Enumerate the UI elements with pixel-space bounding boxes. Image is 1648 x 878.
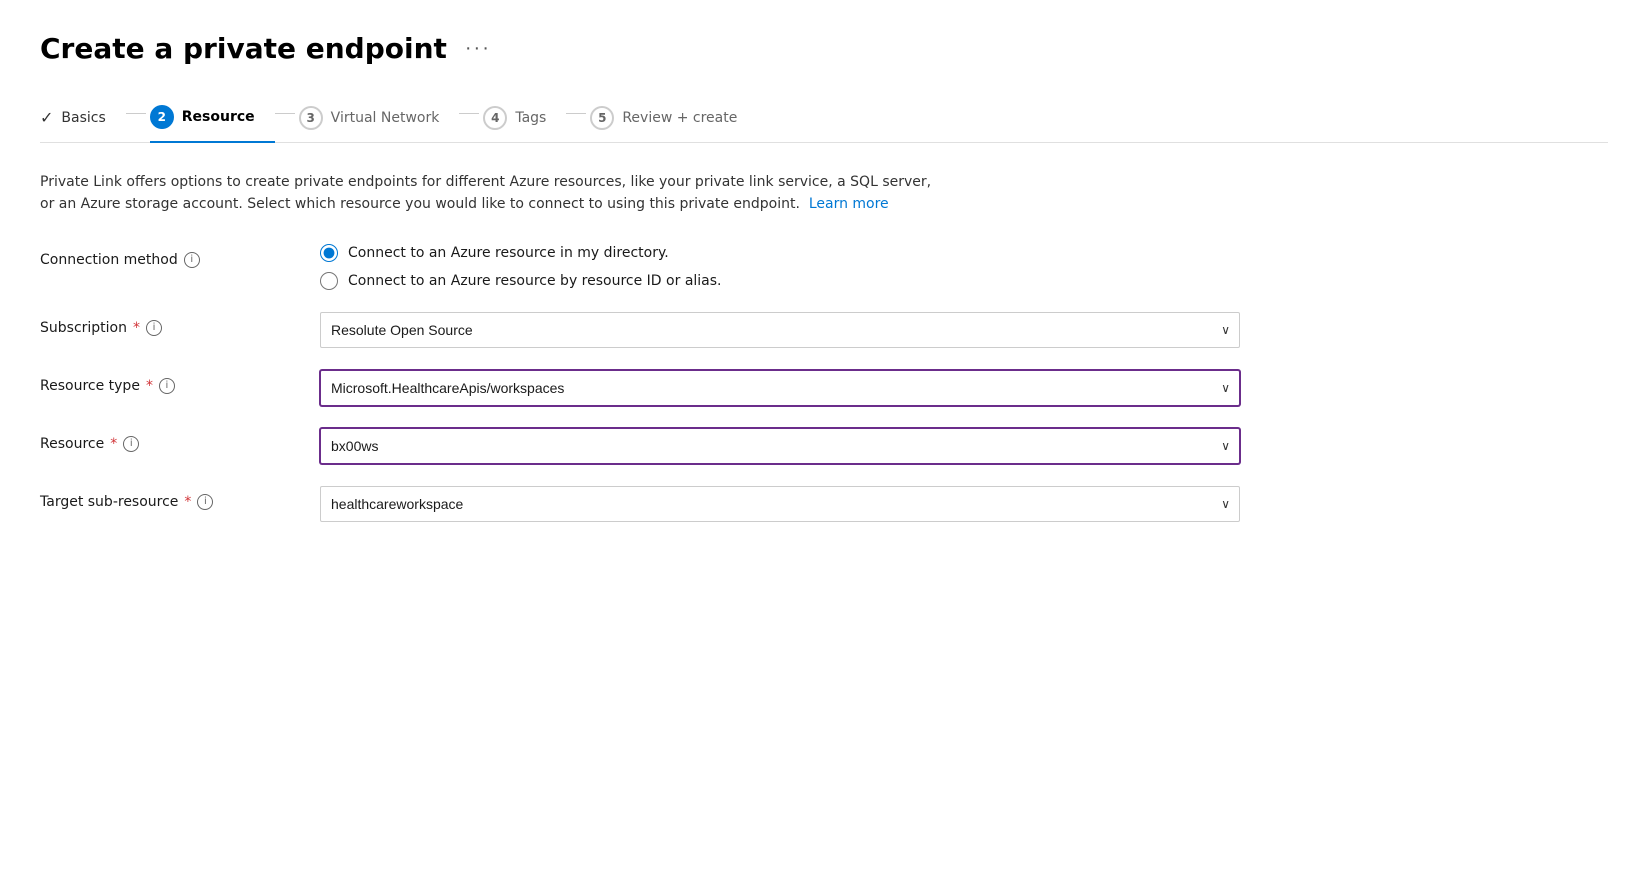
step-resource[interactable]: 2 Resource xyxy=(150,97,275,143)
step-vn-circle: 3 xyxy=(299,106,323,130)
radio-resource-id[interactable]: Connect to an Azure resource by resource… xyxy=(320,272,1240,290)
resource-select[interactable]: bx00ws xyxy=(320,428,1240,464)
description-text: Private Link offers options to create pr… xyxy=(40,171,940,216)
step-basics-check: ✓ xyxy=(40,108,53,127)
step-sep-4 xyxy=(566,113,586,114)
resource-info-icon[interactable]: i xyxy=(123,436,139,452)
form-section: Connection method i Connect to an Azure … xyxy=(40,244,1240,522)
connection-method-label: Connection method xyxy=(40,252,178,268)
radio-directory-label: Connect to an Azure resource in my direc… xyxy=(348,245,669,261)
step-basics-label: Basics xyxy=(61,110,105,126)
page-title: Create a private endpoint xyxy=(40,32,447,65)
step-review-create[interactable]: 5 Review + create xyxy=(590,98,757,142)
radio-resource-id-label: Connect to an Azure resource by resource… xyxy=(348,273,722,289)
wizard-steps: ✓ Basics 2 Resource 3 Virtual Network 4 … xyxy=(40,97,1608,143)
page-title-row: Create a private endpoint ··· xyxy=(40,32,1608,65)
subscription-label: Subscription xyxy=(40,320,127,336)
resource-row: Resource * i bx00ws ∨ xyxy=(40,428,1240,464)
resource-type-control: Microsoft.HealthcareApis/workspaces ∨ xyxy=(320,370,1240,406)
target-sub-resource-info-icon[interactable]: i xyxy=(197,494,213,510)
ellipsis-button[interactable]: ··· xyxy=(459,33,497,64)
connection-method-controls: Connect to an Azure resource in my direc… xyxy=(320,244,1240,290)
step-vn-label: Virtual Network xyxy=(331,110,440,126)
subscription-control: Resolute Open Source ∨ xyxy=(320,312,1240,348)
radio-directory-input[interactable] xyxy=(320,244,338,262)
step-virtual-network[interactable]: 3 Virtual Network xyxy=(299,98,460,142)
subscription-info-icon[interactable]: i xyxy=(146,320,162,336)
step-sep-2 xyxy=(275,113,295,114)
connection-method-row: Connection method i Connect to an Azure … xyxy=(40,244,1240,290)
subscription-label-col: Subscription * i xyxy=(40,312,300,336)
subscription-select-wrapper: Resolute Open Source ∨ xyxy=(320,312,1240,348)
resource-type-select[interactable]: Microsoft.HealthcareApis/workspaces xyxy=(320,370,1240,406)
target-sub-resource-required: * xyxy=(184,494,191,510)
resource-control: bx00ws ∨ xyxy=(320,428,1240,464)
target-sub-resource-select[interactable]: healthcareworkspace xyxy=(320,486,1240,522)
radio-resource-id-input[interactable] xyxy=(320,272,338,290)
step-rc-label: Review + create xyxy=(622,110,737,126)
resource-type-info-icon[interactable]: i xyxy=(159,378,175,394)
resource-type-select-wrapper: Microsoft.HealthcareApis/workspaces ∨ xyxy=(320,370,1240,406)
step-sep-1 xyxy=(126,113,146,114)
step-resource-label: Resource xyxy=(182,109,255,125)
learn-more-link[interactable]: Learn more xyxy=(809,196,889,212)
target-sub-resource-row: Target sub-resource * i healthcareworksp… xyxy=(40,486,1240,522)
target-sub-resource-label: Target sub-resource xyxy=(40,494,178,510)
resource-type-label-col: Resource type * i xyxy=(40,370,300,394)
resource-type-required: * xyxy=(146,378,153,394)
step-sep-3 xyxy=(459,113,479,114)
connection-method-info-icon[interactable]: i xyxy=(184,252,200,268)
resource-type-row: Resource type * i Microsoft.HealthcareAp… xyxy=(40,370,1240,406)
step-basics[interactable]: ✓ Basics xyxy=(40,100,126,139)
resource-label-col: Resource * i xyxy=(40,428,300,452)
resource-label: Resource xyxy=(40,436,104,452)
step-tags[interactable]: 4 Tags xyxy=(483,98,566,142)
subscription-required: * xyxy=(133,320,140,336)
target-sub-resource-select-wrapper: healthcareworkspace ∨ xyxy=(320,486,1240,522)
step-tags-circle: 4 xyxy=(483,106,507,130)
step-resource-circle: 2 xyxy=(150,105,174,129)
radio-directory[interactable]: Connect to an Azure resource in my direc… xyxy=(320,244,1240,262)
connection-method-label-col: Connection method i xyxy=(40,244,300,268)
connection-method-radio-group: Connect to an Azure resource in my direc… xyxy=(320,244,1240,290)
resource-required: * xyxy=(110,436,117,452)
step-tags-label: Tags xyxy=(515,110,546,126)
target-sub-resource-control: healthcareworkspace ∨ xyxy=(320,486,1240,522)
resource-type-label: Resource type xyxy=(40,378,140,394)
step-rc-circle: 5 xyxy=(590,106,614,130)
resource-select-wrapper: bx00ws ∨ xyxy=(320,428,1240,464)
target-sub-resource-label-col: Target sub-resource * i xyxy=(40,486,300,510)
subscription-select[interactable]: Resolute Open Source xyxy=(320,312,1240,348)
subscription-row: Subscription * i Resolute Open Source ∨ xyxy=(40,312,1240,348)
